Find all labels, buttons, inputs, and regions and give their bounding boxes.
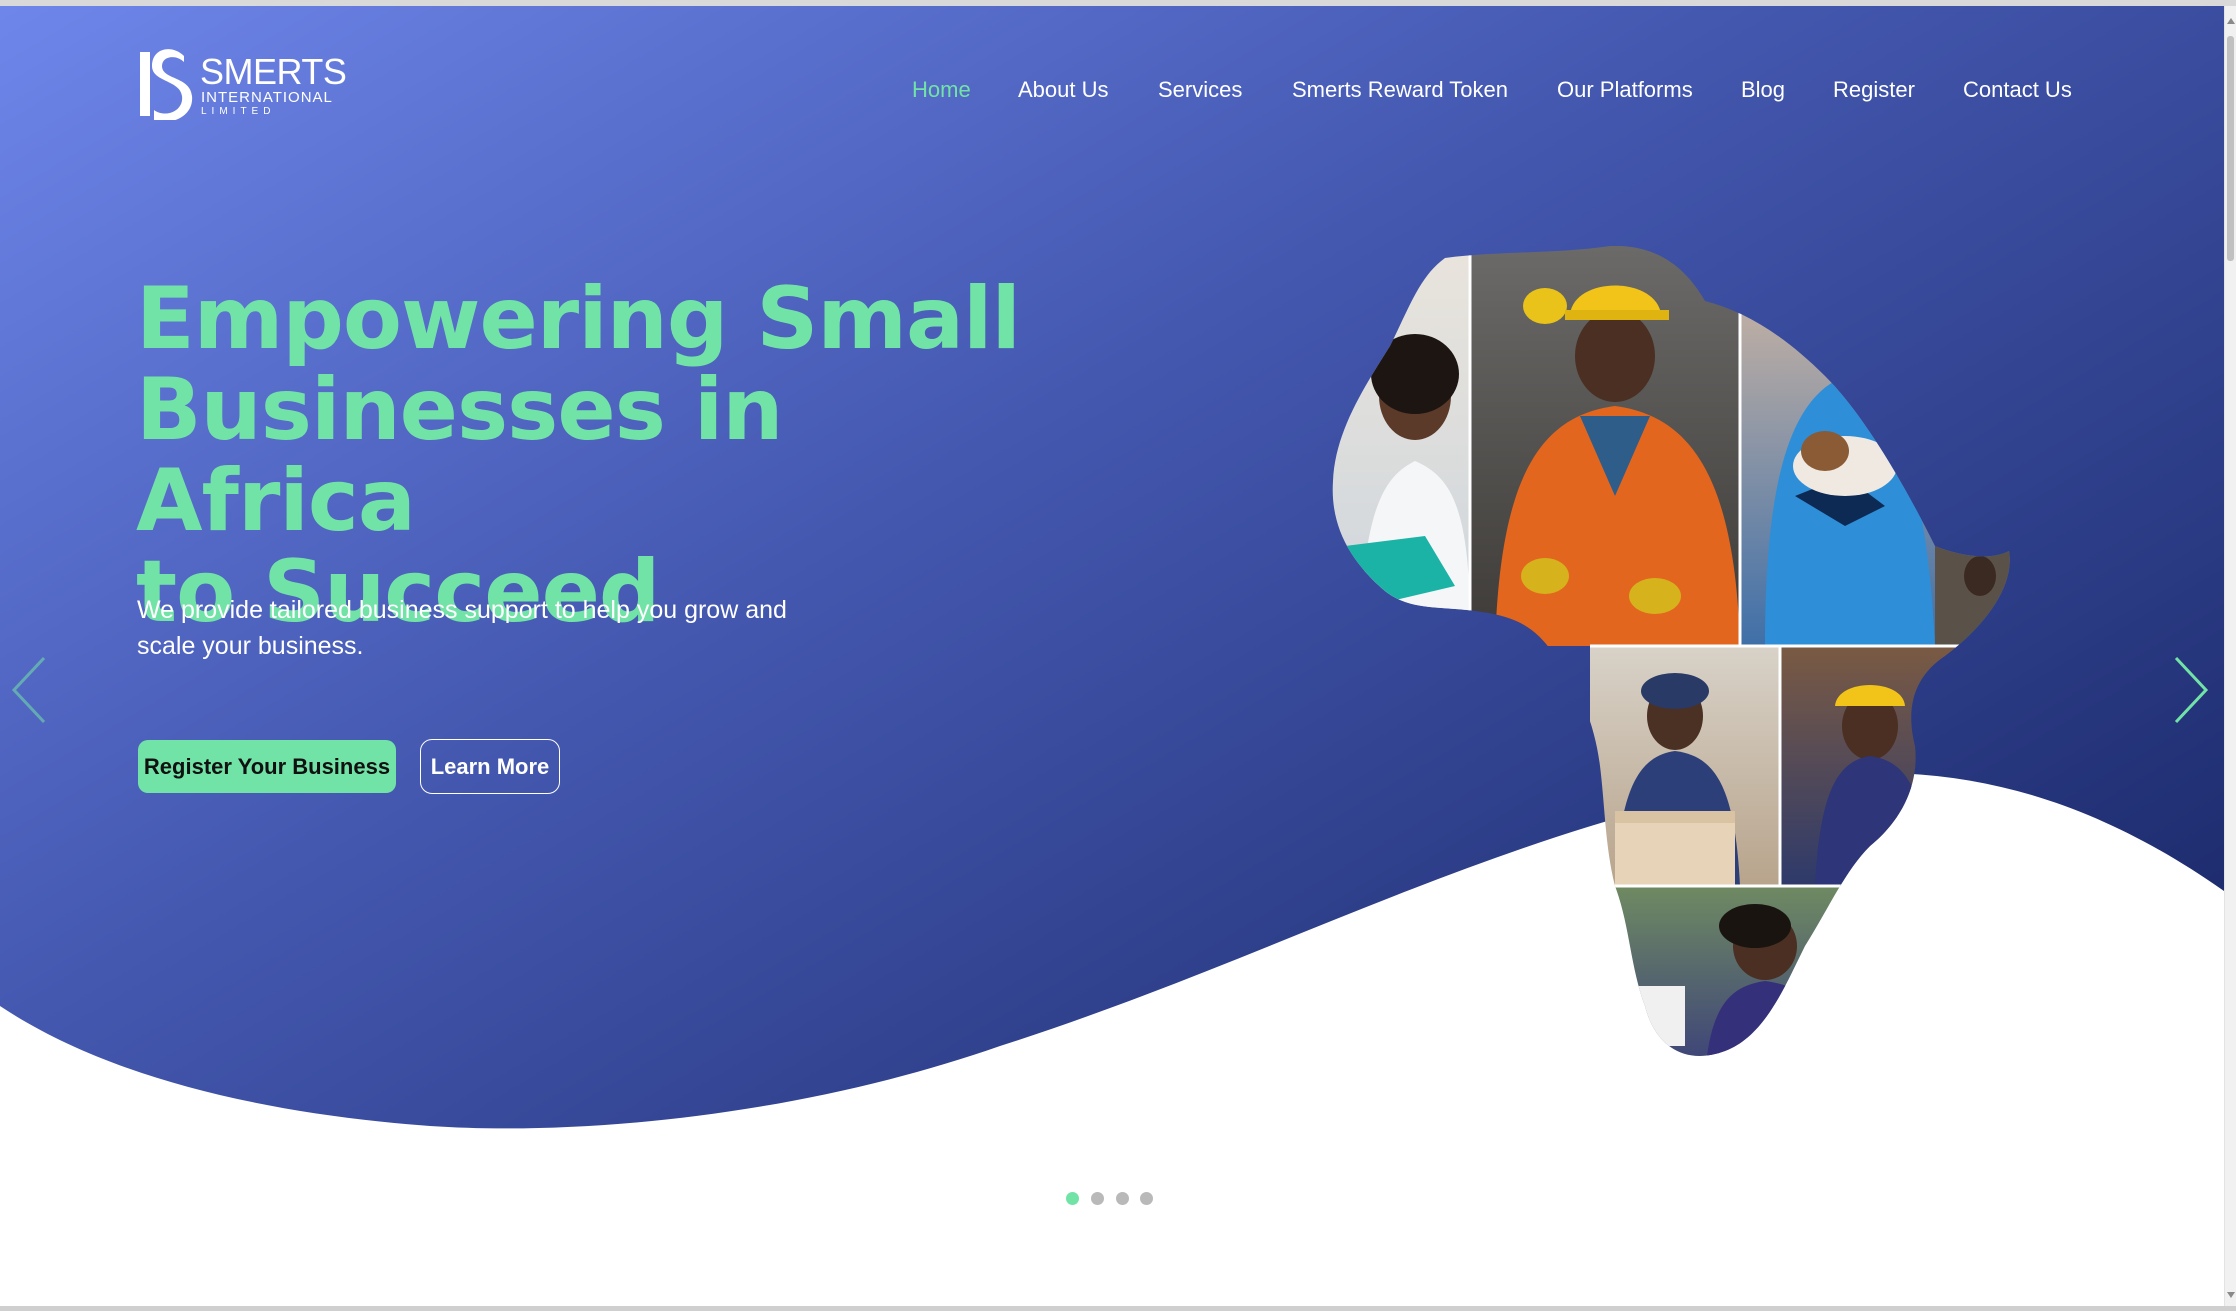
hero-headline-line-1: Empowering Small — [136, 269, 1021, 369]
hero-subtext: We provide tailored business support to … — [137, 596, 787, 660]
carousel-dot-4[interactable] — [1140, 1192, 1153, 1205]
nav-register[interactable]: Register — [1833, 72, 1915, 108]
carousel-indicators — [1066, 1192, 1166, 1206]
nav-home[interactable]: Home — [912, 72, 971, 108]
scroll-up-arrow-icon[interactable] — [2227, 18, 2235, 24]
nav-contact-us[interactable]: Contact Us — [1963, 72, 2072, 108]
chevron-right-icon[interactable] — [2168, 654, 2212, 726]
scroll-down-arrow-icon[interactable] — [2227, 1292, 2235, 1298]
logo-wordmark: SMERTS — [200, 51, 347, 92]
logo-mark-icon — [140, 49, 193, 120]
nav-about-us[interactable]: About Us — [1018, 72, 1109, 108]
register-business-button[interactable]: Register Your Business — [138, 740, 396, 793]
carousel-dot-2[interactable] — [1091, 1192, 1104, 1205]
nav-services[interactable]: Services — [1158, 72, 1242, 108]
vertical-scrollbar[interactable] — [2224, 6, 2236, 1306]
scrollbar-thumb[interactable] — [2227, 36, 2234, 261]
nav-our-platforms[interactable]: Our Platforms — [1557, 72, 1693, 108]
carousel-dot-1[interactable] — [1066, 1192, 1079, 1205]
chevron-left-icon[interactable] — [8, 654, 52, 726]
hero-headline: Empowering Small Businesses in Africa to… — [136, 274, 1076, 638]
nav-smerts-reward-token[interactable]: Smerts Reward Token — [1292, 72, 1508, 108]
learn-more-button[interactable]: Learn More — [420, 739, 560, 794]
logo-subline: INTERNATIONAL — [201, 89, 333, 106]
carousel-dot-3[interactable] — [1116, 1192, 1129, 1205]
window-bottom-border — [0, 1306, 2236, 1311]
hero-section: SMERTS INTERNATIONAL LIMITED Home About … — [0, 6, 2224, 1306]
hero-headline-line-2: Businesses in Africa — [136, 360, 784, 551]
logo-subline-2: LIMITED — [201, 106, 276, 117]
nav-blog[interactable]: Blog — [1741, 72, 1785, 108]
brand-logo[interactable]: SMERTS INTERNATIONAL LIMITED — [138, 46, 347, 122]
africa-map-photo-collage — [1332, 246, 2010, 1056]
